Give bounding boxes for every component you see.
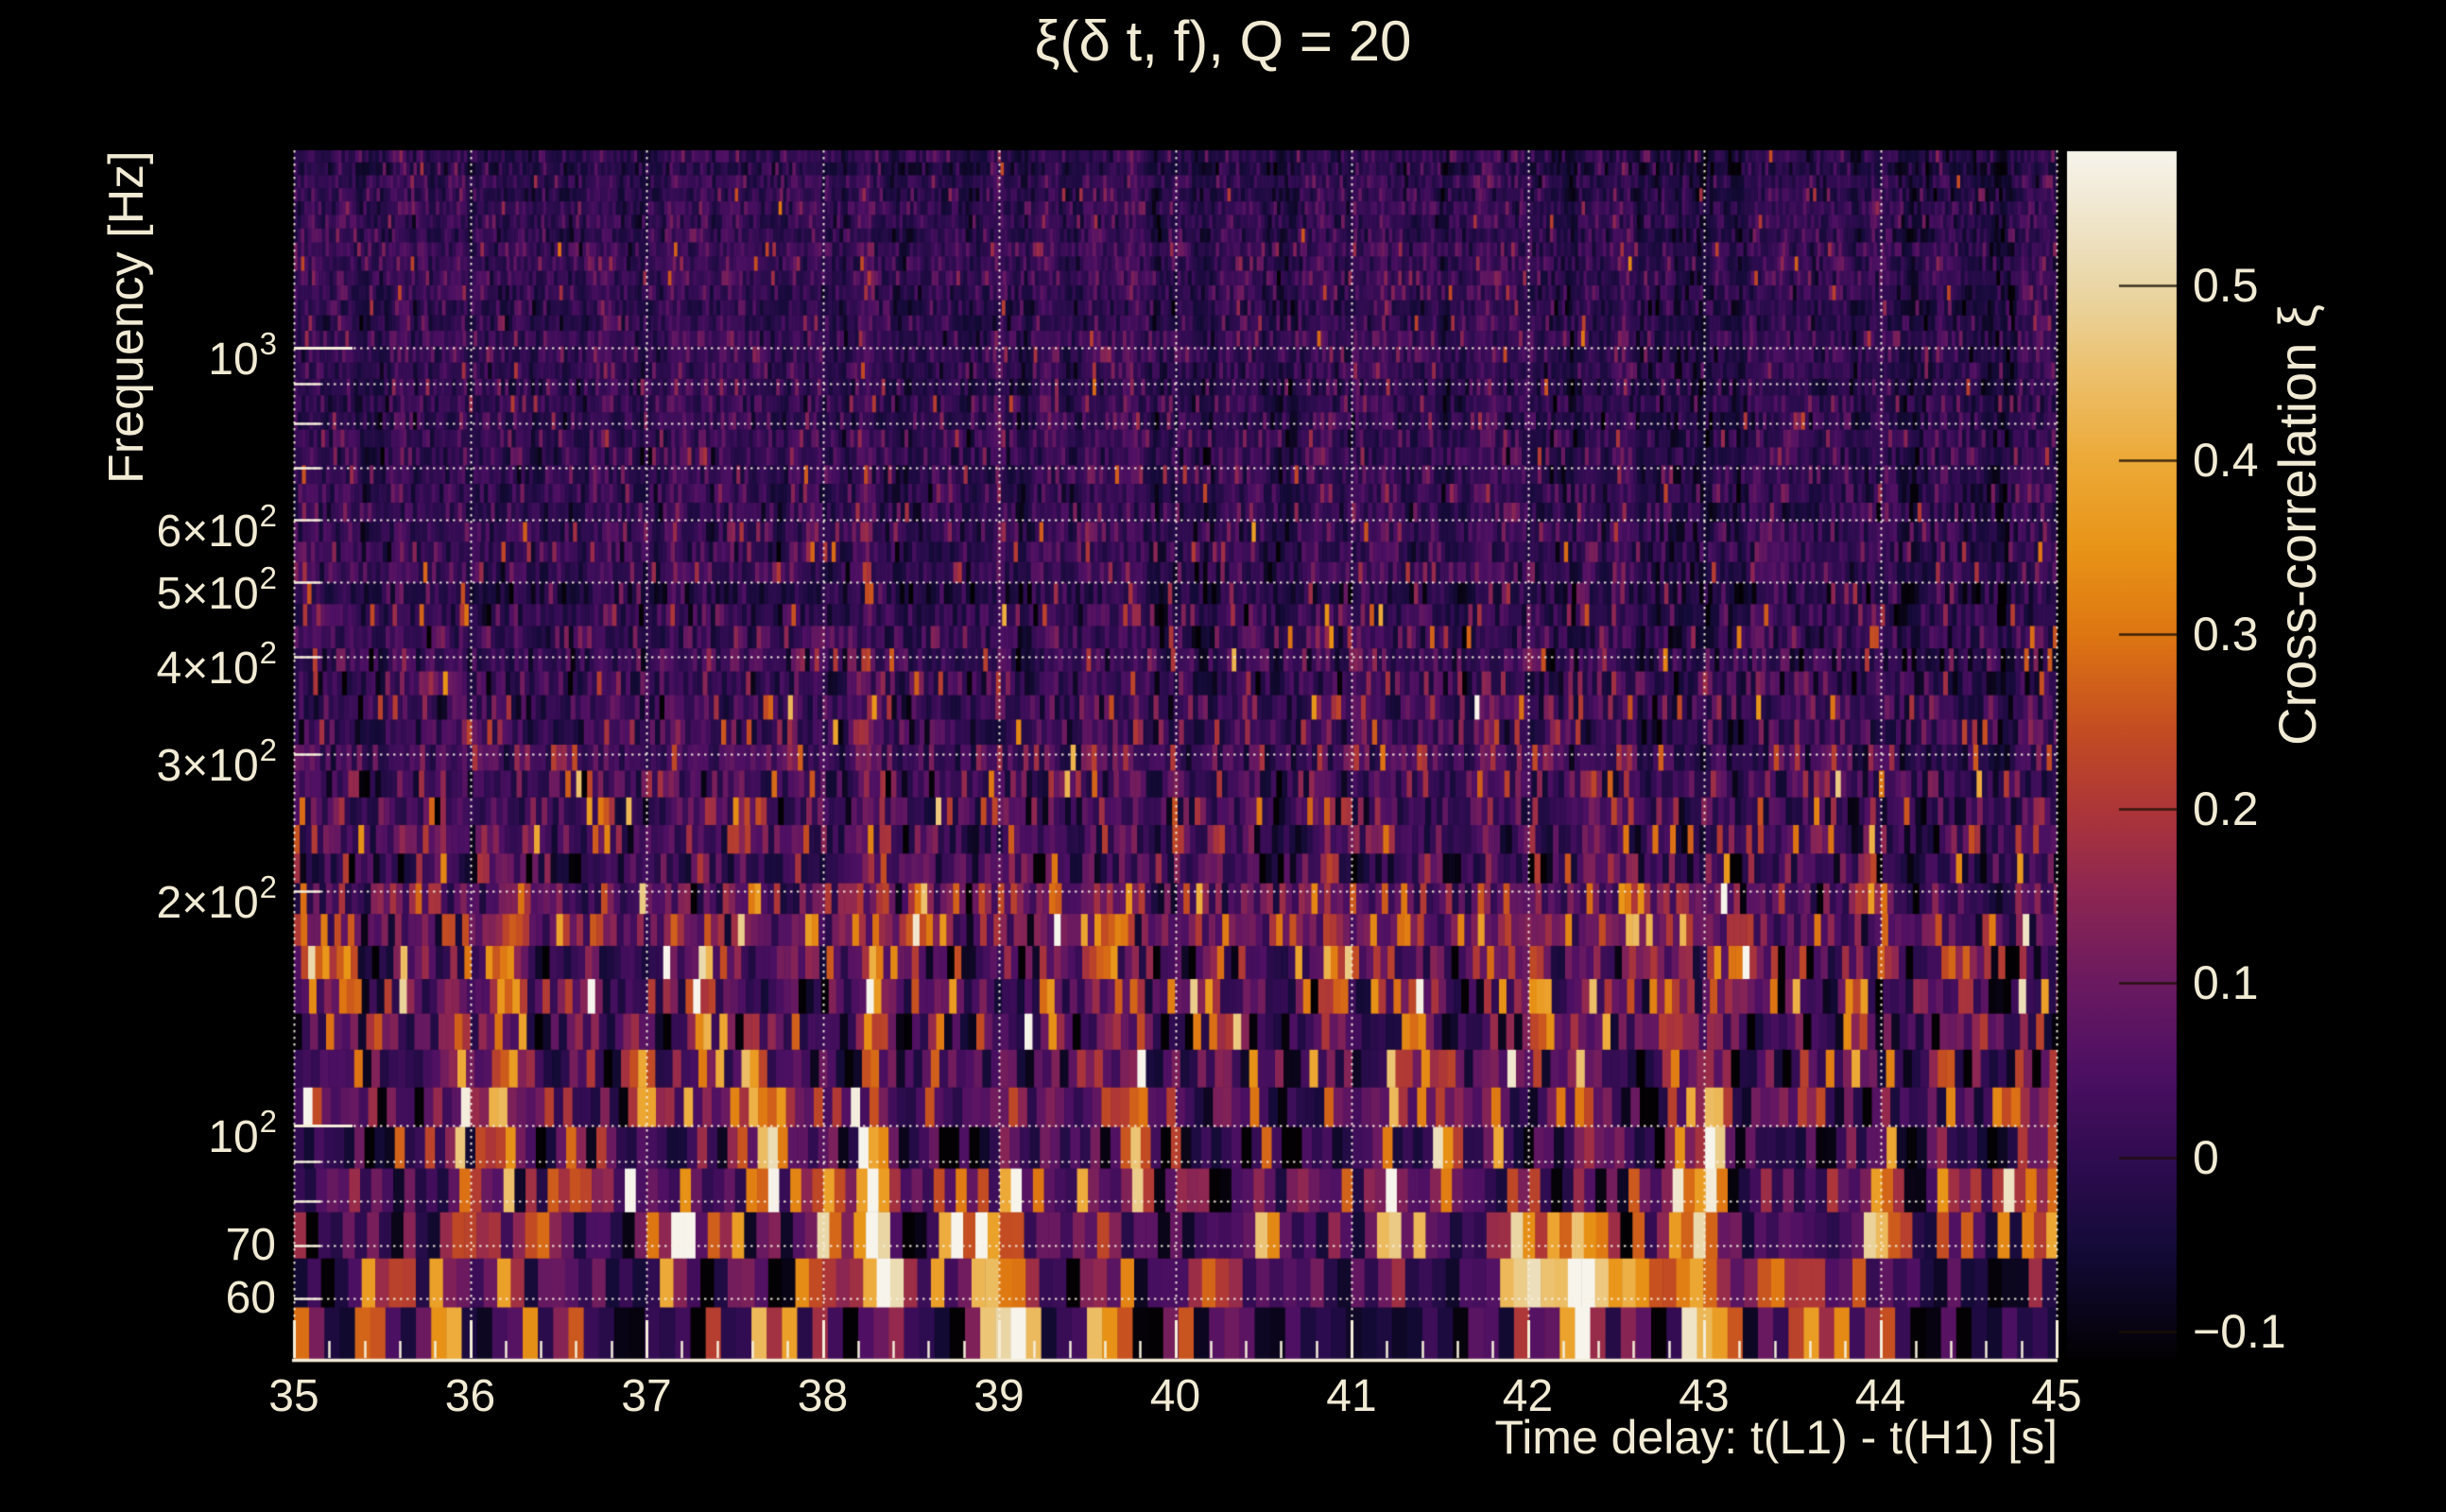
colorbar-tick-label: 0.5 (2193, 259, 2259, 313)
colorbar-tick-label: 0.4 (2193, 433, 2259, 487)
x-tick-label: 38 (797, 1371, 849, 1421)
x-tick-label: 40 (1149, 1371, 1201, 1421)
y-tick-label: 102 (208, 1103, 277, 1162)
y-tick-label: 5×102 (156, 559, 277, 619)
y-tick-label: 4×102 (156, 635, 277, 695)
x-tick-label: 35 (268, 1371, 319, 1421)
y-tick-label: 2×102 (156, 869, 277, 929)
y-axis-title: Frequency [Hz] (99, 150, 154, 484)
colorbar-tick-label: −0.1 (2193, 1305, 2286, 1359)
colorbar-tick-label: 0.1 (2193, 956, 2259, 1010)
x-tick-label: 42 (1502, 1371, 1554, 1421)
colorbar-tick-label: 0 (2193, 1130, 2219, 1184)
y-tick-label: 60 (225, 1272, 276, 1323)
y-tick-label: 3×102 (156, 732, 277, 792)
x-tick-label: 41 (1326, 1371, 1377, 1421)
figure-cross-correlation-spectrogram: ξ(δ t, f), Q = 20 Frequency [Hz] Time de… (0, 0, 2446, 1512)
colorbar-tick-label: 0.2 (2193, 782, 2259, 835)
x-tick-label: 39 (973, 1371, 1025, 1421)
colorbar-tick-label: 0.3 (2193, 608, 2259, 662)
chart-title: ξ(δ t, f), Q = 20 (1034, 9, 1412, 73)
heatmap-canvas (0, 0, 2446, 1512)
x-tick-label: 37 (621, 1371, 672, 1421)
x-tick-label: 44 (1854, 1371, 1906, 1421)
x-tick-label: 45 (2031, 1371, 2082, 1421)
y-tick-label: 70 (225, 1220, 276, 1271)
x-tick-label: 43 (1679, 1371, 1730, 1421)
y-tick-label: 103 (208, 325, 277, 385)
x-tick-label: 36 (444, 1371, 496, 1421)
y-tick-label: 6×102 (156, 498, 277, 558)
